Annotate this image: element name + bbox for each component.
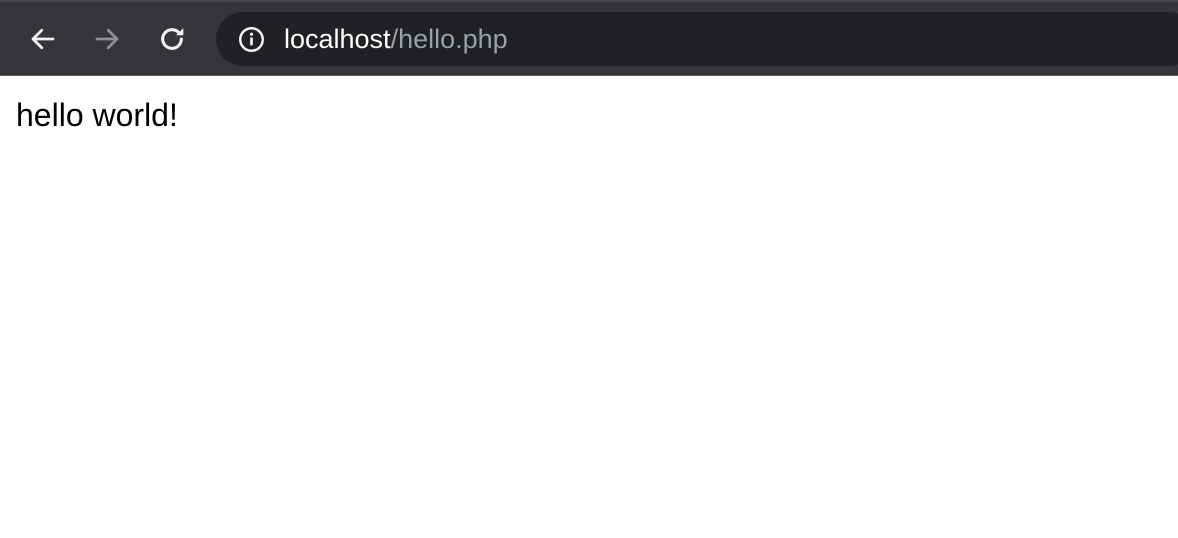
browser-toolbar: localhost/hello.php [0,0,1178,76]
address-bar[interactable]: localhost/hello.php [216,12,1178,66]
url-host: localhost [284,24,391,54]
address-url[interactable]: localhost/hello.php [284,24,508,54]
arrow-right-icon [95,28,119,50]
reload-button[interactable] [153,20,191,58]
url-path: /hello.php [390,24,508,54]
back-button[interactable] [24,20,62,58]
reload-icon [161,28,184,50]
arrow-left-icon [31,28,55,50]
forward-button[interactable] [88,20,126,58]
info-icon[interactable] [238,26,265,53]
page-body-text: hello world! [16,97,178,133]
